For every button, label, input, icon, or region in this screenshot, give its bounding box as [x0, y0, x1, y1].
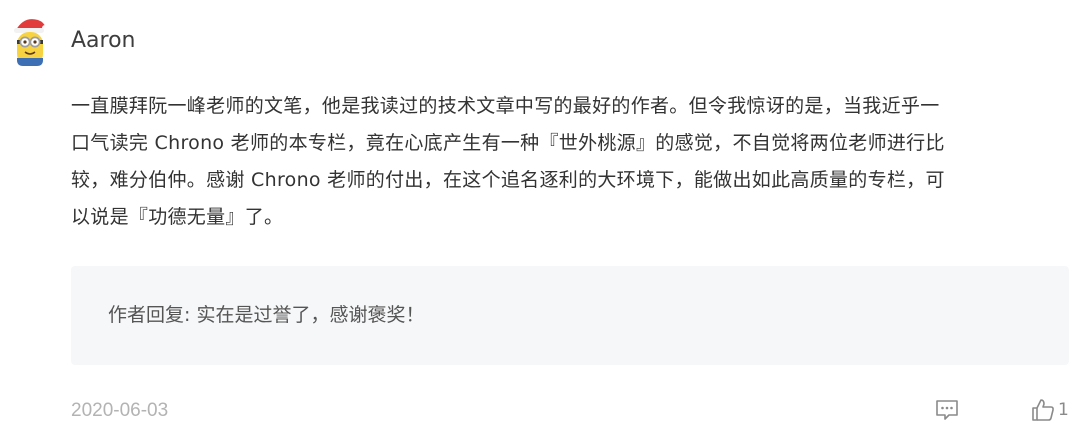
username[interactable]: Aaron	[71, 27, 136, 55]
author-reply-text: 作者回复: 实在是过誉了，感谢褒奖！	[108, 304, 425, 326]
avatar[interactable]	[10, 14, 50, 68]
comment-bubble-icon	[936, 400, 958, 420]
minion-santa-hat-icon	[14, 19, 48, 66]
comment-date: 2020-06-03	[71, 400, 169, 421]
comment-content: 一直膜拜阮一峰老师的文笔，他是我读过的技术文章中写的最好的作者。但令我惊讶的是，…	[71, 95, 945, 228]
author-reply-box: 作者回复: 实在是过誉了，感谢褒奖！	[71, 266, 1069, 365]
thumbs-up-icon	[1032, 399, 1054, 421]
like-count: 1	[1058, 400, 1069, 420]
like-button[interactable]: 1	[1030, 395, 1069, 425]
comment-button[interactable]	[932, 395, 962, 425]
